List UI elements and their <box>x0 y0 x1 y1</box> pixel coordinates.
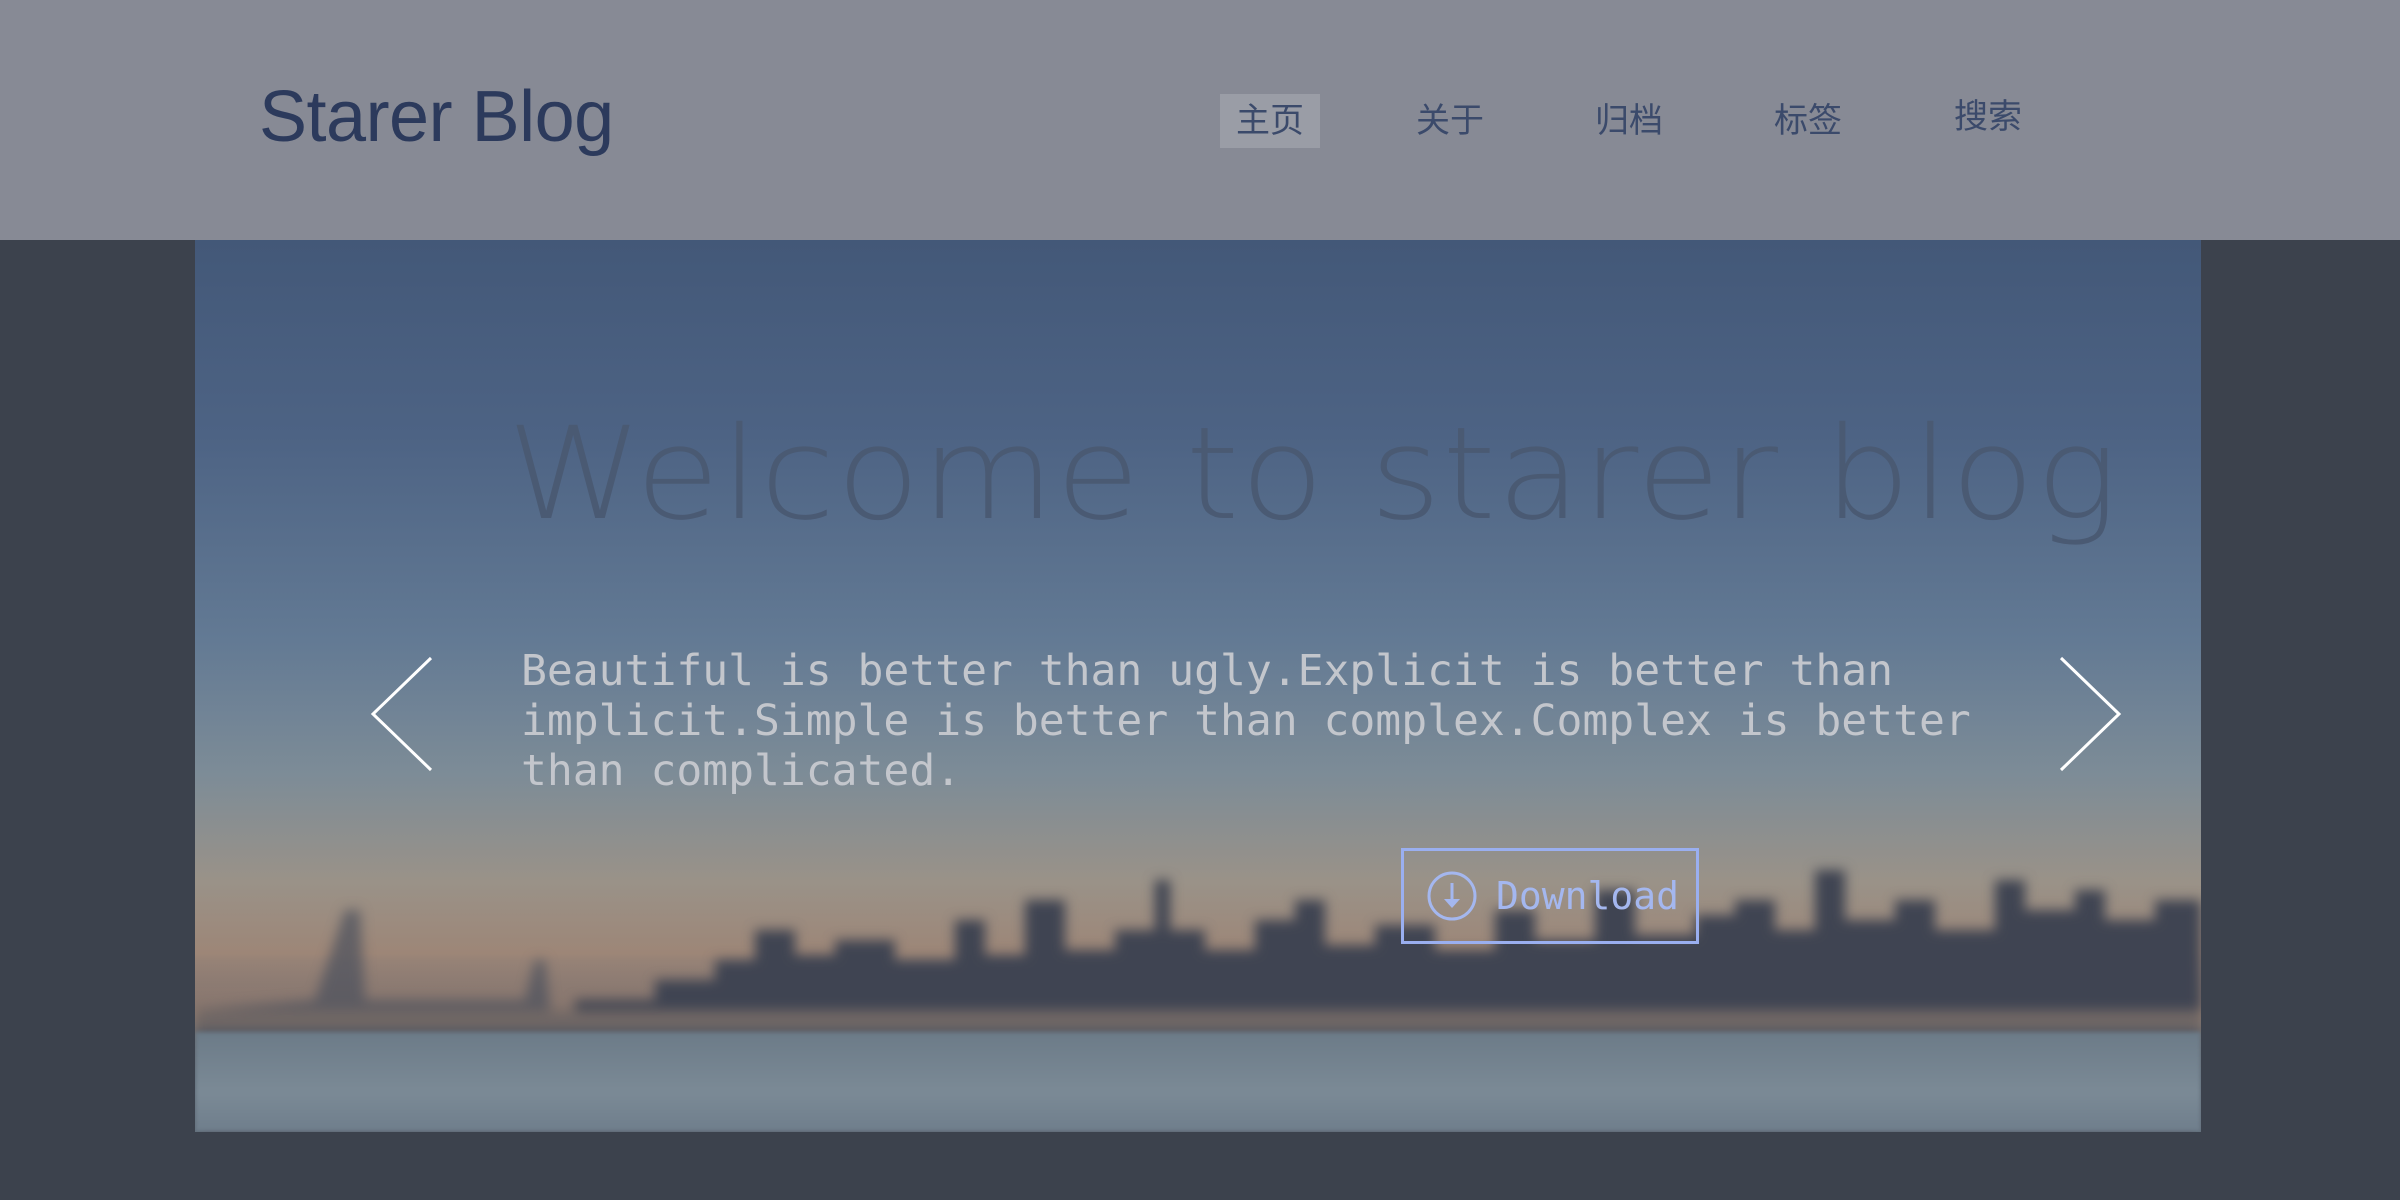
chevron-left-icon[interactable] <box>367 654 437 774</box>
nav-item-about[interactable]: 关于 <box>1416 94 1484 148</box>
site-brand[interactable]: Starer Blog <box>259 76 614 158</box>
nav-item-home[interactable]: 主页 <box>1220 94 1320 148</box>
site-header: Starer Blog 主页 关于 归档 标签 搜索 <box>0 0 2400 240</box>
download-label: Download <box>1496 874 1680 918</box>
nav-item-tags[interactable]: 标签 <box>1774 94 1842 148</box>
nav-item-search[interactable]: 搜索 <box>1954 90 2022 144</box>
hero-carousel: Welcome to starer blog Beautiful is bett… <box>195 240 2201 1132</box>
hero-water <box>195 1032 2201 1132</box>
download-button[interactable]: Download <box>1401 848 1699 944</box>
nav-item-archive[interactable]: 归档 <box>1595 94 1663 148</box>
chevron-right-icon[interactable] <box>2055 654 2125 774</box>
hero-tagline: Beautiful is better than ugly.Explicit i… <box>521 646 1971 796</box>
download-icon <box>1427 871 1477 921</box>
hero-title: Welcome to starer blog <box>507 400 2119 549</box>
